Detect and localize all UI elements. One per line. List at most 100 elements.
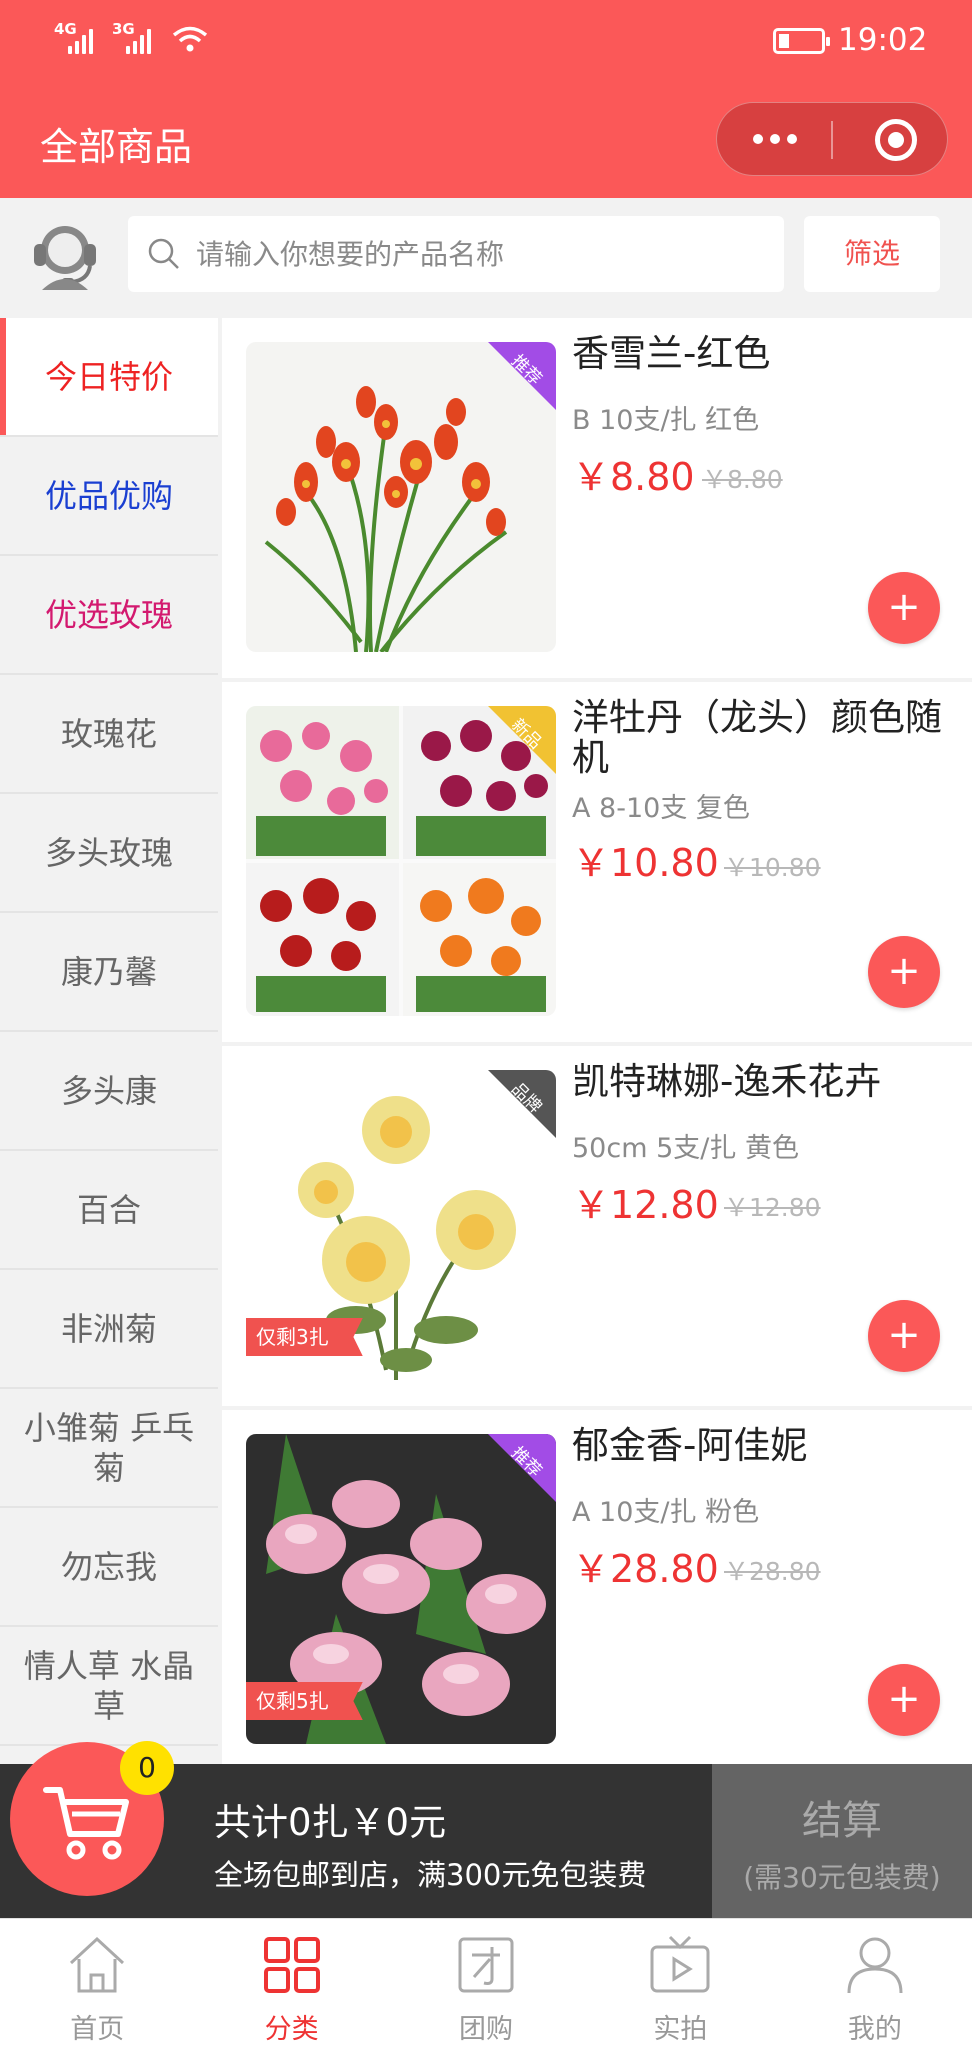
home-icon <box>70 1936 125 1993</box>
sidebar-item-label: 小雏菊 乒乓菊 <box>23 1408 195 1487</box>
sidebar-item-label: 百合 <box>76 1190 141 1229</box>
app-header: 4G 3G 19:02 全部商品 <box>0 0 972 198</box>
sidebar-item-spray-carnations[interactable]: 多头康 <box>0 1032 218 1151</box>
search-input[interactable] <box>196 230 756 278</box>
product-name: 洋牡丹（龙头）颜色随机 <box>572 696 942 779</box>
product-image[interactable]: 品牌 仅剩3扎 <box>246 1070 556 1380</box>
product-tag: 新品 <box>488 706 556 774</box>
sidebar-item-label: 康乃馨 <box>60 952 157 991</box>
product-image[interactable]: 推荐 仅剩5扎 <box>246 1434 556 1744</box>
product-name: 凯特琳娜-逸禾花卉 <box>572 1060 882 1103</box>
product-name: 香雪兰-红色 <box>572 332 771 375</box>
product-card[interactable]: 推荐 仅剩5扎 郁金香-阿佳妮 A 10支/扎 粉色 ￥28.80 ￥28.80… <box>222 1410 972 1768</box>
page: 4G 3G 19:02 全部商品 请输入你想要的产品名称 筛选 今日特价 优品优… <box>0 0 972 2052</box>
product-tag: 推荐 <box>488 342 556 410</box>
cart-shipping-note: 全场包邮到店，满300元免包装费 <box>214 1858 647 1892</box>
add-to-cart-button[interactable]: + <box>868 936 940 1008</box>
category-icon <box>263 1937 320 1993</box>
product-card[interactable]: 推荐 香雪兰-红色 B 10支/扎 红色 ￥8.80 ￥8.80 + <box>222 318 972 678</box>
product-tag: 推荐 <box>488 1434 556 1502</box>
sidebar-item-label: 多头玫瑰 <box>44 833 173 872</box>
product-spec: 50cm 5支/扎 黄色 <box>572 1133 799 1164</box>
add-to-cart-button[interactable]: + <box>868 572 940 644</box>
product-old-price: ￥28.80 <box>724 1557 821 1586</box>
category-sidebar: 今日特价 优品优购 优选玫瑰 玫瑰花 多头玫瑰 康乃馨 多头康 百合 非洲菊 小… <box>0 318 218 1768</box>
cart-count-badge: 0 <box>120 1741 174 1795</box>
checkout-label: 结算 <box>802 1798 882 1844</box>
sidebar-item-spray-roses[interactable]: 多头玫瑰 <box>0 794 218 913</box>
product-image[interactable]: 新品 <box>246 706 556 1016</box>
product-list: 推荐 香雪兰-红色 B 10支/扎 红色 ￥8.80 ￥8.80 + 新品 洋牡… <box>222 318 972 1768</box>
tab-label: 分类 <box>264 2014 319 2045</box>
product-old-price: ￥8.80 <box>702 465 783 494</box>
tab-label: 我的 <box>847 2014 902 2045</box>
sidebar-item-gerbera[interactable]: 非洲菊 <box>0 1270 218 1389</box>
search-icon <box>148 238 179 269</box>
product-spec: A 8-10支 复色 <box>572 793 750 824</box>
search-box[interactable] <box>128 216 784 292</box>
sidebar-item-statice[interactable]: 勿忘我 <box>0 1508 218 1627</box>
bottom-tab-bar: 首页 分类 团购 实拍 我的 <box>0 1918 972 2052</box>
page-title: 全部商品 <box>40 125 193 169</box>
sidebar-item-limonium[interactable]: 情人草 水晶草 <box>0 1627 218 1746</box>
tab-group-buy[interactable]: 团购 <box>389 1919 583 2052</box>
sidebar-item-roses[interactable]: 玫瑰花 <box>0 675 218 794</box>
stock-badge: 仅剩3扎 <box>246 1318 363 1356</box>
search-row: 筛选 <box>0 198 972 314</box>
customer-service-icon[interactable] <box>28 218 102 292</box>
signal-bars-icon <box>68 28 93 54</box>
tab-category[interactable]: 分类 <box>194 1919 388 2052</box>
sidebar-item-label: 勿忘我 <box>60 1547 157 1586</box>
sidebar-item-today-special[interactable]: 今日特价 <box>0 318 218 437</box>
battery-icon <box>773 28 830 54</box>
close-miniapp-icon[interactable] <box>875 119 917 161</box>
wifi-icon <box>172 26 208 52</box>
capsule-divider <box>831 121 833 159</box>
miniapp-capsule <box>716 102 948 176</box>
product-card[interactable]: 新品 洋牡丹（龙头）颜色随机 A 8-10支 复色 ￥10.80 ￥10.80 … <box>222 682 972 1042</box>
product-tag: 品牌 <box>488 1070 556 1138</box>
tab-live-photo[interactable]: 实拍 <box>583 1919 777 2052</box>
status-bar: 4G 3G 19:02 <box>0 0 972 84</box>
cart-total: 共计0扎￥0元 <box>214 1801 447 1844</box>
product-price: ￥12.80 <box>572 1183 719 1227</box>
sidebar-item-premium[interactable]: 优品优购 <box>0 437 218 556</box>
product-card[interactable]: 品牌 仅剩3扎 凯特琳娜-逸禾花卉 50cm 5支/扎 黄色 ￥12.80 ￥1… <box>222 1046 972 1406</box>
sidebar-item-label: 优品优购 <box>44 476 173 515</box>
product-price: ￥10.80 <box>572 841 719 885</box>
product-name: 郁金香-阿佳妮 <box>572 1424 808 1467</box>
status-time: 19:02 <box>838 22 928 58</box>
product-price: ￥8.80 <box>572 455 695 499</box>
sidebar-item-label: 玫瑰花 <box>60 714 157 753</box>
checkout-note: (需30元包装费) <box>743 1861 941 1894</box>
product-price: ￥28.80 <box>572 1547 719 1591</box>
tab-label: 实拍 <box>653 2014 708 2045</box>
product-old-price: ￥10.80 <box>724 853 821 882</box>
shopping-cart-icon <box>43 1787 129 1860</box>
tab-home[interactable]: 首页 <box>0 1919 194 2052</box>
more-icon[interactable] <box>753 134 797 144</box>
sidebar-item-label: 优选玫瑰 <box>44 595 173 634</box>
sidebar-item-label: 非洲菊 <box>60 1309 157 1348</box>
tab-profile[interactable]: 我的 <box>778 1919 972 2052</box>
profile-icon <box>847 1937 903 1994</box>
add-to-cart-button[interactable]: + <box>868 1664 940 1736</box>
video-icon <box>650 1935 710 1993</box>
checkout-button[interactable]: 结算 (需30元包装费) <box>712 1764 972 1918</box>
tab-label: 团购 <box>459 2014 514 2045</box>
sidebar-item-label: 情人草 水晶草 <box>23 1646 195 1725</box>
group-buy-icon <box>458 1937 514 1993</box>
signal-bars-icon-2 <box>126 28 151 54</box>
sidebar-item-lilies[interactable]: 百合 <box>0 1151 218 1270</box>
add-to-cart-button[interactable]: + <box>868 1300 940 1372</box>
product-old-price: ￥12.80 <box>724 1193 821 1222</box>
product-image[interactable]: 推荐 <box>246 342 556 652</box>
sidebar-item-daisies[interactable]: 小雏菊 乒乓菊 <box>0 1389 218 1508</box>
filter-button[interactable]: 筛选 <box>804 216 940 292</box>
product-spec: A 10支/扎 粉色 <box>572 1497 760 1528</box>
sidebar-item-label: 多头康 <box>60 1071 157 1110</box>
sidebar-item-selected-roses[interactable]: 优选玫瑰 <box>0 556 218 675</box>
sidebar-item-carnations[interactable]: 康乃馨 <box>0 913 218 1032</box>
tab-label: 首页 <box>70 2014 125 2045</box>
product-spec: B 10支/扎 红色 <box>572 405 760 436</box>
